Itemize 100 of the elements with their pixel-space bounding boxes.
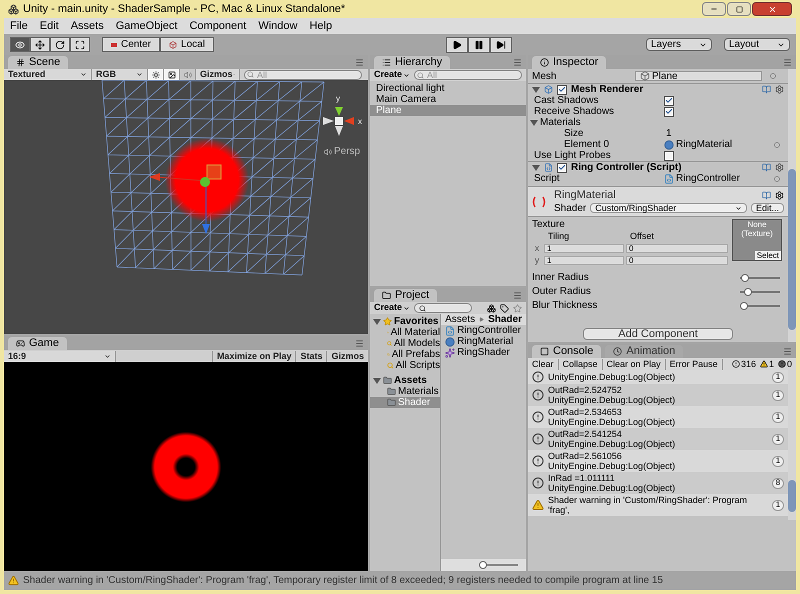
console-entry[interactable]: OutRad=2.561056 UnityEngine.Debug:Log(Object) 1: [528, 450, 788, 472]
menu-item[interactable]: Component: [189, 20, 246, 32]
project-tree-item[interactable]: Favorites: [370, 316, 440, 327]
console-entry[interactable]: OutRad=2.524752 UnityEngine.Debug:Log(Object) 1: [528, 384, 788, 406]
asset-item[interactable]: RingMaterial: [441, 336, 526, 347]
property-value[interactable]: RingMaterial: [676, 139, 774, 150]
maximize-button[interactable]: [727, 2, 751, 16]
panel-menu-icon[interactable]: [513, 291, 522, 300]
error-count[interactable]: 0: [778, 360, 792, 368]
slider-thumb[interactable]: [478, 561, 487, 569]
checkbox[interactable]: [664, 96, 674, 106]
breadcrumb-item[interactable]: Assets: [445, 312, 476, 327]
mesh-field[interactable]: Plane: [635, 71, 762, 81]
panel-tab[interactable]: Inspector: [532, 56, 606, 69]
object-picker-icon[interactable]: [774, 176, 780, 182]
panel-tab[interactable]: Animation: [605, 345, 684, 358]
menu-item[interactable]: Edit: [40, 20, 59, 32]
search-field[interactable]: All: [244, 70, 362, 80]
star-icon[interactable]: [513, 304, 522, 312]
offset-field[interactable]: 0: [626, 256, 728, 265]
scrollbar[interactable]: [788, 69, 796, 342]
texture-slot[interactable]: None (Texture) Select: [732, 219, 782, 261]
menu-item[interactable]: File: [10, 20, 28, 32]
create-dropdown[interactable]: Create: [374, 68, 410, 82]
foldout-triangle-icon[interactable]: [373, 318, 381, 326]
object-picker-icon[interactable]: [770, 73, 776, 79]
panel-tab[interactable]: Project: [374, 289, 438, 302]
panel-menu-icon[interactable]: [783, 347, 792, 356]
play-button[interactable]: [446, 36, 468, 52]
scrollbar[interactable]: [788, 370, 796, 520]
lighting-toggle[interactable]: [148, 69, 164, 80]
layers-dropdown[interactable]: Layers: [646, 38, 712, 51]
tiling-field[interactable]: 1: [544, 244, 624, 253]
project-tree-item[interactable]: Materials: [370, 386, 440, 397]
slider-thumb[interactable]: [744, 288, 752, 296]
offset-field[interactable]: 0: [626, 244, 728, 253]
panel-menu-icon[interactable]: [355, 58, 364, 67]
rotate-tool-button[interactable]: [50, 37, 70, 52]
hierarchy-item[interactable]: Main Camera: [370, 94, 526, 105]
checkbox[interactable]: [557, 162, 567, 172]
panel-menu-icon[interactable]: [355, 339, 364, 348]
console-entry[interactable]: UnityEngine.Debug:Log(Object) 1: [528, 370, 788, 384]
color-mode-dropdown[interactable]: RGB: [92, 69, 148, 80]
panel-menu-icon[interactable]: [783, 58, 792, 67]
orientation-gizmo-drawing[interactable]: y x: [320, 90, 368, 140]
project-tree-item[interactable]: All Prefabs: [370, 349, 440, 360]
label-filter-icon[interactable]: [500, 304, 509, 312]
projection-label[interactable]: Persp: [334, 144, 360, 159]
menu-item[interactable]: Help: [309, 20, 332, 32]
log-count[interactable]: 316: [732, 360, 756, 368]
search-field[interactable]: All: [414, 70, 522, 80]
help-icon[interactable]: [762, 85, 771, 94]
filter-type-icon[interactable]: [487, 304, 496, 312]
render-mode-dropdown[interactable]: Textured: [4, 69, 92, 80]
hierarchy-item[interactable]: Directional light: [370, 83, 526, 94]
effects-toggle[interactable]: [164, 69, 180, 80]
console-entry[interactable]: Shader warning in 'Custom/RingShader': Program 'frag', 1: [528, 494, 788, 516]
help-icon[interactable]: [762, 163, 771, 172]
aspect-dropdown[interactable]: 16:9: [4, 350, 116, 362]
asset-item[interactable]: RingController: [441, 325, 526, 336]
step-button[interactable]: [490, 36, 512, 52]
project-tree-item[interactable]: All Scripts: [370, 360, 440, 371]
property-value[interactable]: 1: [666, 128, 788, 139]
close-button[interactable]: [752, 2, 792, 16]
tiling-field[interactable]: 1: [544, 256, 624, 265]
slider-thumb[interactable]: [740, 274, 749, 282]
panel-tab[interactable]: Game: [8, 337, 67, 350]
select-button[interactable]: Select: [754, 251, 781, 260]
checkbox[interactable]: [664, 106, 674, 116]
foldout-triangle-icon[interactable]: [532, 86, 540, 94]
pivot-toggle-button[interactable]: Center: [102, 37, 160, 52]
property-value[interactable]: RingController: [676, 173, 774, 184]
breadcrumb-item[interactable]: Shader: [488, 312, 522, 327]
scale-tool-button[interactable]: [70, 37, 90, 52]
foldout-triangle-icon[interactable]: [530, 118, 538, 126]
object-picker-icon[interactable]: [774, 142, 780, 148]
menu-item[interactable]: GameObject: [116, 20, 178, 32]
space-toggle-button[interactable]: Local: [160, 37, 214, 52]
layout-dropdown[interactable]: Layout: [724, 38, 790, 51]
panel-tab[interactable]: Scene: [8, 56, 68, 69]
edit-button[interactable]: Edit...: [750, 203, 784, 213]
foldout-triangle-icon[interactable]: [532, 164, 540, 172]
project-tree-item[interactable]: All Material: [370, 327, 440, 338]
panel-tab[interactable]: Console: [532, 345, 602, 358]
console-entry[interactable]: OutRad=2.534653 UnityEngine.Debug:Log(Object) 1: [528, 406, 788, 428]
slider-thumb[interactable]: [740, 302, 748, 310]
checkbox[interactable]: [557, 84, 567, 94]
settings-icon[interactable]: [775, 190, 784, 200]
console-entry[interactable]: OutRad=2.541254 UnityEngine.Debug:Log(Object) 1: [528, 428, 788, 450]
add-component-button[interactable]: Add Component: [583, 328, 733, 340]
search-field[interactable]: [414, 303, 472, 313]
shader-dropdown[interactable]: Custom/RingShader: [590, 203, 747, 213]
project-tree-item[interactable]: All Models: [370, 338, 440, 349]
gizmos-dropdown[interactable]: Gizmos: [196, 69, 240, 80]
move-tool-button[interactable]: [30, 37, 50, 52]
menu-item[interactable]: Assets: [70, 20, 104, 32]
panel-menu-icon[interactable]: [513, 58, 522, 67]
view-tool-button[interactable]: [10, 37, 30, 52]
help-icon[interactable]: [762, 190, 771, 200]
pause-button[interactable]: [468, 36, 490, 52]
